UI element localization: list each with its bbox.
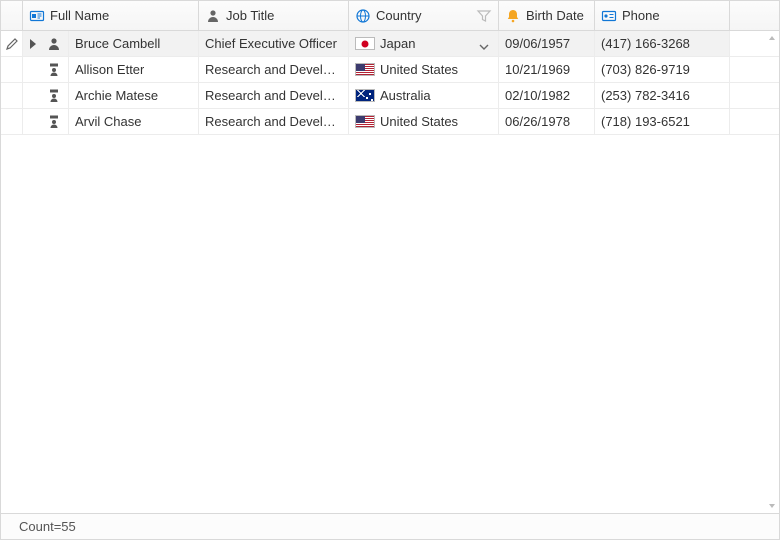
- cell-text: Research and Develop...: [205, 114, 342, 129]
- flag-icon: [355, 89, 375, 102]
- bell-icon: [505, 8, 521, 24]
- row-indicator: [1, 83, 23, 108]
- cell-full-name[interactable]: Allison Etter: [69, 57, 199, 82]
- tree-expand-cell[interactable]: [23, 109, 69, 134]
- footer-summary: Count=55: [19, 519, 76, 534]
- row-indicator: [1, 31, 23, 56]
- flag-icon: [355, 37, 375, 50]
- column-header-full-name[interactable]: Full Name: [23, 1, 199, 30]
- expand-caret-icon[interactable]: [25, 36, 41, 52]
- cell-phone[interactable]: (718) 193-6521: [595, 109, 730, 134]
- tree-expand-cell[interactable]: [23, 57, 69, 82]
- cell-text: Archie Matese: [75, 88, 158, 103]
- person-icon: [46, 36, 62, 52]
- chevron-down-icon[interactable]: [476, 39, 492, 55]
- cell-job-title[interactable]: Research and Develop...: [199, 109, 349, 134]
- tree-expand-cell[interactable]: [23, 83, 69, 108]
- cell-birth-date[interactable]: 06/26/1978: [499, 109, 595, 134]
- cell-country[interactable]: United States: [349, 109, 499, 134]
- cell-phone[interactable]: (253) 782-3416: [595, 83, 730, 108]
- person-icon: [205, 8, 221, 24]
- row-indicator: [1, 109, 23, 134]
- child-person-icon: [46, 88, 62, 104]
- row-indicator: [1, 57, 23, 82]
- cell-country[interactable]: United States: [349, 57, 499, 82]
- child-person-icon: [46, 114, 62, 130]
- scroll-down-icon[interactable]: [767, 501, 777, 511]
- cell-job-title[interactable]: Research and Develop...: [199, 57, 349, 82]
- cell-text: 06/26/1978: [505, 114, 570, 129]
- filter-icon[interactable]: [476, 8, 492, 24]
- cell-text: Japan: [380, 36, 415, 51]
- cell-birth-date[interactable]: 10/21/1969: [499, 57, 595, 82]
- grid-body: Bruce Cambell Chief Executive Officer Ja…: [1, 31, 779, 513]
- column-header-label: Job Title: [226, 8, 274, 23]
- column-header-label: Full Name: [50, 8, 109, 23]
- cell-country[interactable]: Australia: [349, 83, 499, 108]
- column-header-label: Phone: [622, 8, 660, 23]
- table-row[interactable]: Bruce Cambell Chief Executive Officer Ja…: [1, 31, 779, 57]
- cell-text: (417) 166-3268: [601, 36, 690, 51]
- cell-full-name[interactable]: Arvil Chase: [69, 109, 199, 134]
- cell-text: Arvil Chase: [75, 114, 141, 129]
- flag-icon: [355, 63, 375, 76]
- tree-expand-cell[interactable]: [23, 31, 69, 56]
- cell-text: 09/06/1957: [505, 36, 570, 51]
- cell-country[interactable]: Japan: [349, 31, 499, 56]
- child-person-icon: [46, 62, 62, 78]
- cell-full-name[interactable]: Bruce Cambell: [69, 31, 199, 56]
- grid-footer: Count=55: [1, 513, 779, 539]
- cell-text: (718) 193-6521: [601, 114, 690, 129]
- table-row[interactable]: Arvil Chase Research and Develop... Unit…: [1, 109, 779, 135]
- cell-text: 02/10/1982: [505, 88, 570, 103]
- column-header-birth-date[interactable]: Birth Date: [499, 1, 595, 30]
- column-header-job-title[interactable]: Job Title: [199, 1, 349, 30]
- edit-pencil-icon: [4, 36, 20, 52]
- cell-text: (253) 782-3416: [601, 88, 690, 103]
- cell-phone[interactable]: (417) 166-3268: [595, 31, 730, 56]
- cell-job-title[interactable]: Chief Executive Officer: [199, 31, 349, 56]
- cell-text: Research and Develop...: [205, 88, 342, 103]
- column-header-label: Country: [376, 8, 422, 23]
- cell-text: (703) 826-9719: [601, 62, 690, 77]
- column-header-row: Full Name Job Title Country Birth Date: [1, 1, 779, 31]
- cell-text: Research and Develop...: [205, 62, 342, 77]
- cell-job-title[interactable]: Research and Develop...: [199, 83, 349, 108]
- table-row[interactable]: Allison Etter Research and Develop... Un…: [1, 57, 779, 83]
- cell-phone[interactable]: (703) 826-9719: [595, 57, 730, 82]
- column-header-label: Birth Date: [526, 8, 584, 23]
- cell-text: Bruce Cambell: [75, 36, 160, 51]
- contact-card-icon: [601, 8, 617, 24]
- cell-text: Australia: [380, 88, 431, 103]
- cell-text: Allison Etter: [75, 62, 144, 77]
- column-header-country[interactable]: Country: [349, 1, 499, 30]
- column-header-phone[interactable]: Phone: [595, 1, 730, 30]
- cell-birth-date[interactable]: 09/06/1957: [499, 31, 595, 56]
- cell-text: United States: [380, 114, 458, 129]
- id-card-icon: [29, 8, 45, 24]
- scroll-up-icon[interactable]: [767, 33, 777, 43]
- column-header-spacer: [730, 1, 779, 30]
- cell-full-name[interactable]: Archie Matese: [69, 83, 199, 108]
- cell-text: 10/21/1969: [505, 62, 570, 77]
- flag-icon: [355, 115, 375, 128]
- globe-icon: [355, 8, 371, 24]
- cell-text: United States: [380, 62, 458, 77]
- table-row[interactable]: Archie Matese Research and Develop... Au…: [1, 83, 779, 109]
- tree-grid: Full Name Job Title Country Birth Date: [0, 0, 780, 540]
- cell-text: Chief Executive Officer: [205, 36, 337, 51]
- row-indicator-header: [1, 1, 23, 30]
- cell-birth-date[interactable]: 02/10/1982: [499, 83, 595, 108]
